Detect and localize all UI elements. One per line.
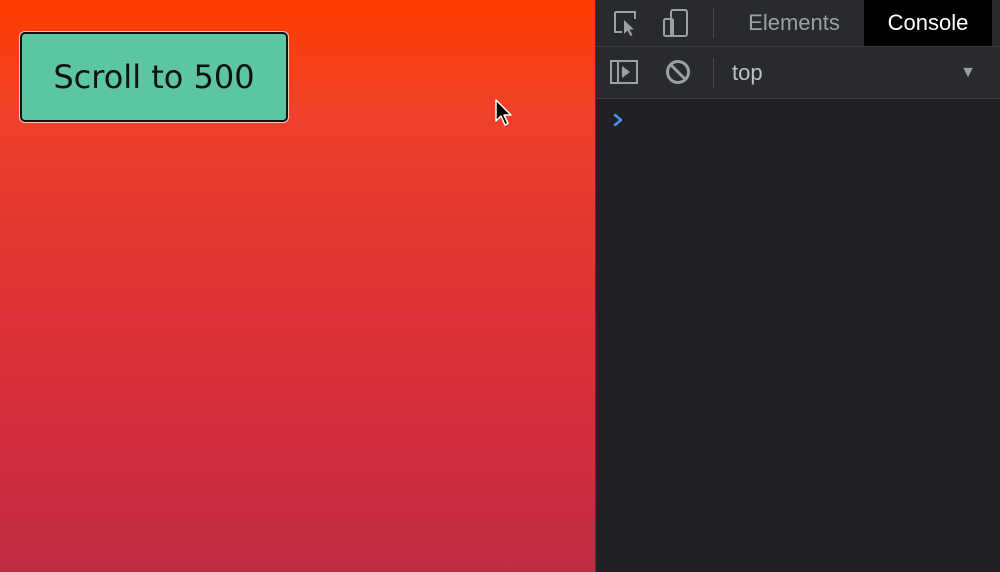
tab-console[interactable]: Console	[864, 0, 992, 46]
mouse-cursor-icon	[495, 99, 512, 126]
console-input[interactable]	[632, 108, 992, 132]
device-toolbar-icon[interactable]	[660, 8, 692, 38]
devtools-tabbar: Elements Console	[596, 0, 1000, 47]
console-prompt-row	[612, 108, 992, 132]
scroll-to-500-button[interactable]: Scroll to 500	[20, 32, 288, 122]
console-output[interactable]	[596, 100, 1000, 572]
prompt-chevron-icon	[613, 113, 623, 127]
dropdown-arrow-icon: ▼	[960, 64, 976, 81]
inspect-element-icon[interactable]	[610, 8, 642, 38]
context-selector[interactable]: top ▼	[724, 57, 984, 89]
devtools-panel: Elements Console top ▼	[595, 0, 1000, 572]
clear-console-icon[interactable]	[662, 57, 694, 87]
page-viewport: Scroll to 500	[0, 0, 595, 572]
toolbar-divider	[713, 8, 714, 38]
sidebar-toggle-icon[interactable]	[608, 57, 640, 87]
console-toolbar: top ▼	[596, 47, 1000, 99]
context-selected-value: top	[732, 60, 763, 85]
toolbar-divider	[713, 58, 714, 88]
tab-elements[interactable]: Elements	[732, 0, 856, 46]
